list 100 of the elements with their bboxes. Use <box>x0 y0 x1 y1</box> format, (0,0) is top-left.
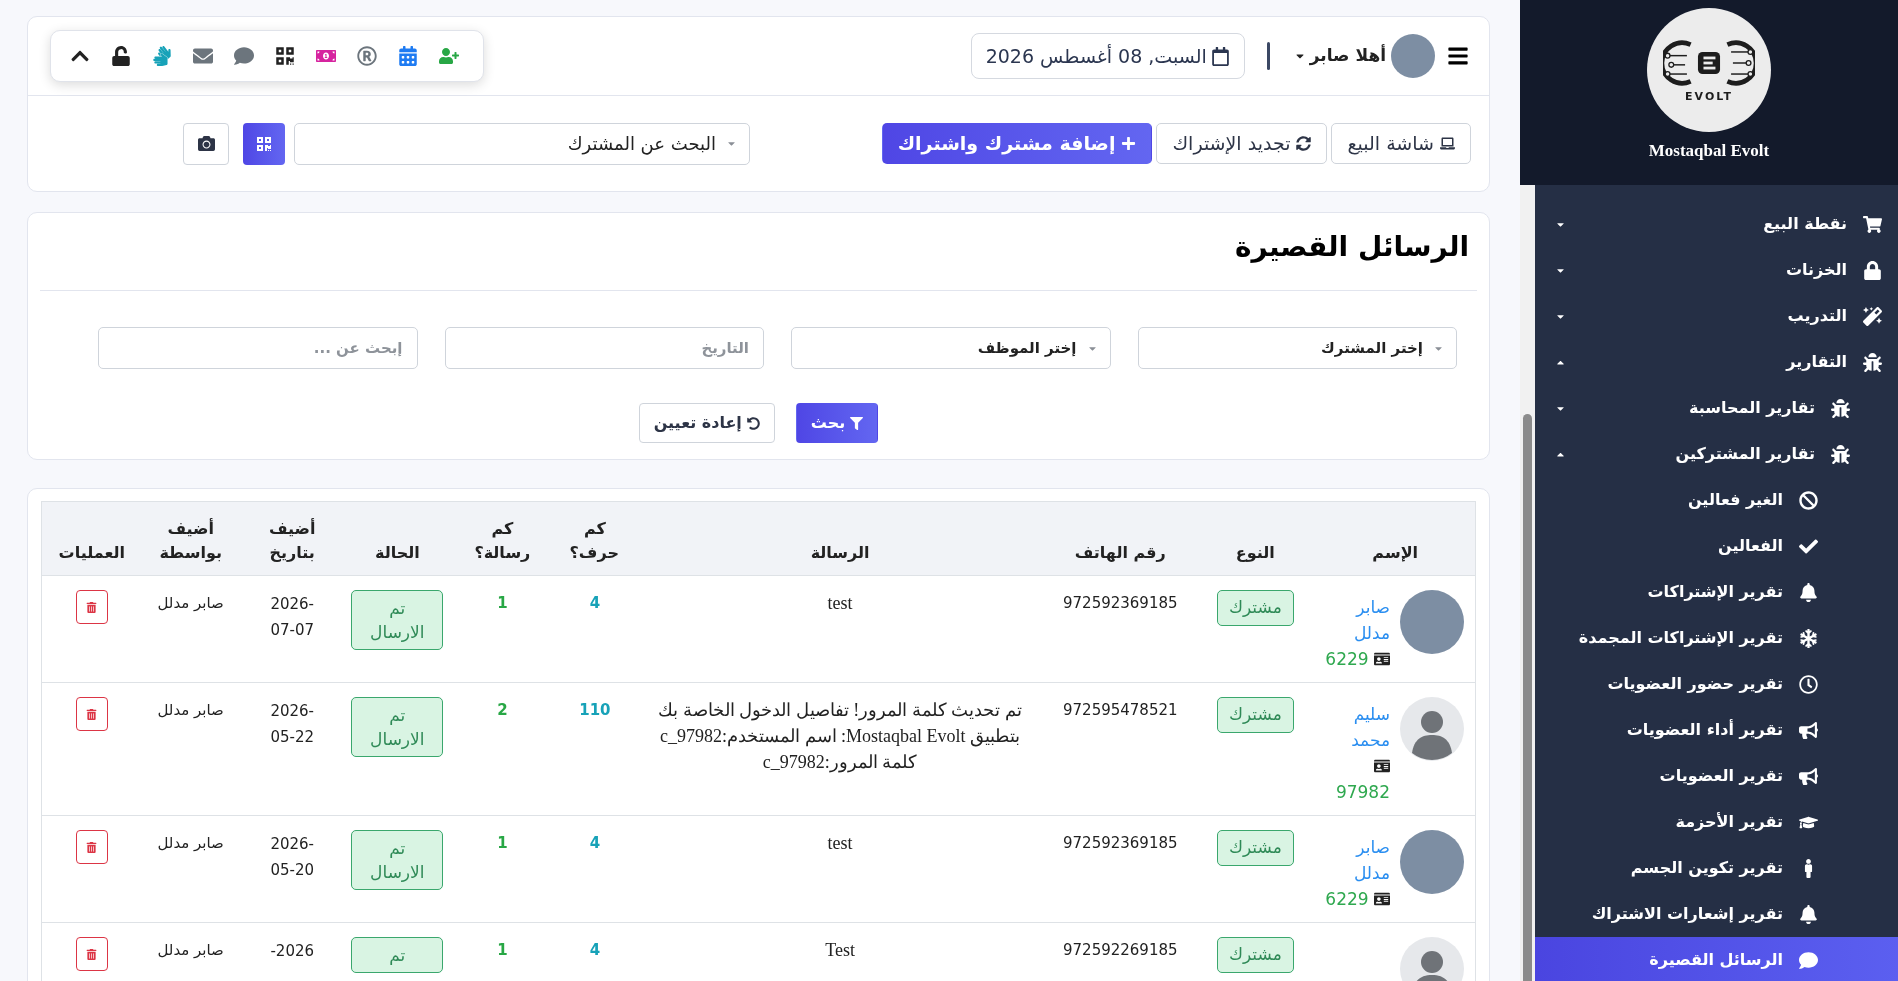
sidebar-item[interactable]: تقارير المشتركين <box>1535 431 1898 477</box>
registered-mark-icon[interactable] <box>357 46 377 66</box>
user-plus-icon[interactable] <box>439 46 459 66</box>
phone-number: 972592269185 <box>1063 941 1178 959</box>
cart-icon <box>1862 214 1882 234</box>
delete-button[interactable] <box>75 937 108 971</box>
date-button[interactable]: السبت, 08 أغسطس 2026 <box>970 33 1245 79</box>
member-id: 97982 <box>1335 782 1390 802</box>
date-field[interactable]: التاريخ <box>444 327 764 369</box>
status-badge: تم <box>351 937 444 973</box>
sidebar-item[interactable]: الفعالين <box>1535 523 1898 569</box>
plus-icon <box>1121 136 1137 151</box>
lock-icon <box>1862 260 1882 280</box>
bell-icon <box>1798 582 1818 602</box>
action-button[interactable]: شاشة البيع <box>1331 123 1471 164</box>
character-count: 4 <box>589 594 601 612</box>
sidebar-item[interactable]: تقرير تكوين الجسم <box>1535 845 1898 891</box>
comment-icon[interactable] <box>234 46 254 66</box>
sidebar-item[interactable]: تقرير إشعارات الاشتراك <box>1535 891 1898 937</box>
column-header: العمليات <box>58 543 125 562</box>
column-header: أضيف بتاريخ <box>268 519 316 562</box>
circuit-logo-icon <box>1663 37 1755 89</box>
bug-icon <box>1830 444 1850 464</box>
calendar-icon[interactable] <box>398 46 418 66</box>
added-by: صابر مدلل <box>157 701 224 719</box>
column-header: الإسم <box>1372 543 1419 562</box>
id-card-icon <box>1374 758 1390 774</box>
laptop-icon <box>1440 136 1455 151</box>
unlock-icon[interactable] <box>111 46 131 66</box>
scrollbar-thumb[interactable] <box>1523 414 1532 981</box>
camera-icon <box>197 135 215 152</box>
sidebar-item[interactable]: تقرير حضور العضويات <box>1535 661 1898 707</box>
character-count: 4 <box>589 941 601 959</box>
reset-button[interactable]: إعادة تعيين <box>638 403 775 443</box>
qr-code-icon[interactable] <box>275 46 295 66</box>
menu-icon[interactable] <box>1447 45 1469 67</box>
member-id: 6229 <box>1325 649 1369 669</box>
character-count: 110 <box>579 701 611 719</box>
envelope-icon[interactable] <box>193 46 213 66</box>
user-menu[interactable]: أهلا صابر <box>1293 43 1386 69</box>
message-text: Test <box>825 940 855 960</box>
megaphone-icon <box>1798 766 1818 786</box>
id-card-icon <box>1374 651 1390 667</box>
action-button[interactable]: إضافة مشترك واشتراك <box>881 123 1153 164</box>
sidebar-item[interactable]: تقرير أداء العضويات <box>1535 707 1898 753</box>
user-silhouette-icon <box>1400 697 1464 761</box>
trash-icon <box>86 601 98 613</box>
sidebar-item[interactable]: نقطة البيع <box>1535 201 1898 247</box>
sidebar-item[interactable]: الخزنات <box>1535 247 1898 293</box>
action-button[interactable]: تجديد الإشتراك <box>1156 123 1328 164</box>
date-added: 2026-05-20 <box>270 835 315 879</box>
sidebar-item[interactable]: التدريب <box>1535 293 1898 339</box>
snowflake-icon <box>1798 628 1818 648</box>
sidebar-item[interactable]: تقرير الإشتراكات المجمدة <box>1535 615 1898 661</box>
dropdown-field[interactable]: البحث عن المشترك <box>294 122 750 165</box>
message-count: 1 <box>497 941 508 959</box>
bug-icon <box>1862 352 1882 372</box>
ban-icon <box>1798 490 1818 510</box>
sidebar-item[interactable]: التقارير <box>1535 339 1898 385</box>
sidebar-item[interactable]: الغير فعالين <box>1535 477 1898 523</box>
search-field[interactable]: إبحث عن ... <box>98 327 418 369</box>
dropdown-field[interactable]: إختر المشترك <box>1137 327 1457 369</box>
date-added: 2026-05-22 <box>270 702 315 746</box>
character-count: 4 <box>589 834 601 852</box>
type-badge: مشترك <box>1216 590 1294 626</box>
message-text: test <box>827 593 853 613</box>
id-card-icon <box>1374 891 1390 907</box>
status-badge: تم الارسال <box>351 697 444 757</box>
delete-button[interactable] <box>75 590 108 624</box>
delete-button[interactable] <box>75 697 108 731</box>
photo-placeholder <box>1391 34 1435 78</box>
trash-icon <box>86 708 98 720</box>
column-header: كم رسالة؟ <box>474 519 531 562</box>
sidebar-item[interactable]: تقرير العضويات <box>1535 753 1898 799</box>
qr-scan-button[interactable] <box>243 122 285 165</box>
sidebar-item[interactable]: الرسائل القصيرة <box>1535 937 1898 981</box>
sidebar-item[interactable]: تقارير المحاسبة <box>1535 385 1898 431</box>
dropdown-field[interactable]: إختر الموظف <box>791 327 1111 369</box>
calendar-icon <box>1210 46 1230 66</box>
column-header: أضيف بواسطة <box>159 519 222 562</box>
logo-text: EVOLT <box>1685 91 1733 103</box>
clock-icon <box>1798 674 1818 694</box>
message-count: 2 <box>497 701 508 719</box>
camera-button[interactable] <box>183 122 229 165</box>
page-title: الرسائل القصيرة <box>1233 229 1469 265</box>
brand-name: Mostaqbal Evolt <box>1648 140 1770 162</box>
date-added: 2026- <box>270 942 315 960</box>
search-button[interactable]: بحث <box>795 403 879 443</box>
refresh-icon <box>1296 136 1312 151</box>
type-badge: مشترك <box>1216 697 1294 733</box>
type-badge: مشترك <box>1216 937 1294 973</box>
column-header: رقم الهاتف <box>1074 543 1166 562</box>
sidebar-item[interactable]: تقرير الإشتراكات <box>1535 569 1898 615</box>
phone-number: 972592369185 <box>1063 834 1178 852</box>
filter-icon <box>850 416 864 430</box>
added-by: صابر مدلل <box>157 834 224 852</box>
delete-button[interactable] <box>75 830 108 864</box>
sidebar-item[interactable]: تقرير الأحزمة <box>1535 799 1898 845</box>
added-by: صابر مدلل <box>157 594 224 612</box>
sign-language-icon[interactable] <box>152 46 172 66</box>
